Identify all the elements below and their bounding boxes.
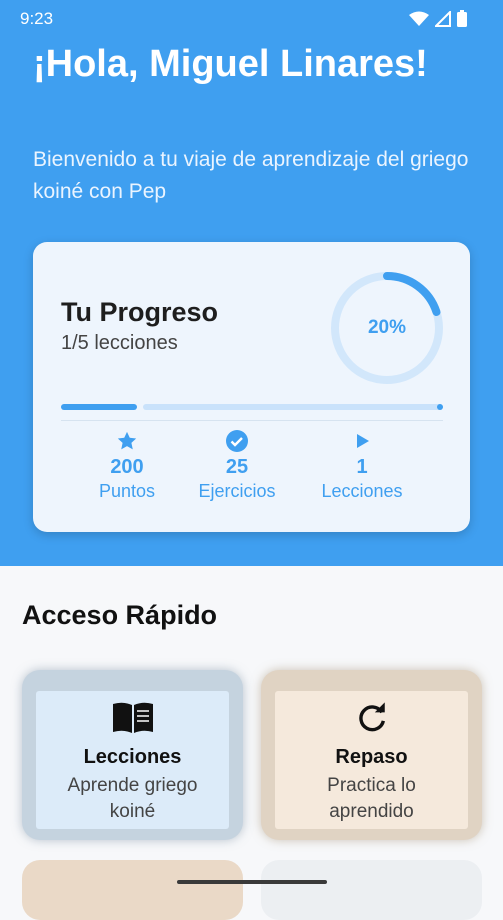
refresh-icon xyxy=(358,702,385,732)
stat-ejercicios: 25 Ejercicios xyxy=(182,428,292,502)
star-icon xyxy=(117,431,137,450)
home-indicator[interactable] xyxy=(177,880,327,884)
quick-access-title: Acceso Rápido xyxy=(22,600,218,630)
tile-title: Lecciones xyxy=(83,746,182,768)
progress-percent: 20% xyxy=(367,317,407,338)
check-circle-icon xyxy=(226,430,248,452)
progress-lessons-count: 1/5 lecciones xyxy=(61,332,178,354)
stat-label: Puntos xyxy=(98,481,156,501)
status-bar: 9:23 xyxy=(0,0,503,38)
progress-title: Tu Progreso xyxy=(61,297,219,327)
welcome-subtitle: Bienvenido a tu viaje de aprendizaje del… xyxy=(33,148,469,203)
wifi-icon xyxy=(409,11,429,26)
header-banner: 9:23 ¡Hola, Miguel Linares! Bienvenido a… xyxy=(0,0,503,566)
stat-value: 25 xyxy=(225,456,249,478)
stat-label: Ejercicios xyxy=(198,481,276,501)
tile-repaso[interactable]: Repaso Practica lo aprendido xyxy=(261,670,482,840)
tile-repaso-body: Repaso Practica lo aprendido xyxy=(275,691,468,829)
tile-lecciones[interactable]: Lecciones Aprende griego koiné xyxy=(22,670,243,840)
progress-bar xyxy=(61,404,443,410)
stat-puntos: 200 Puntos xyxy=(72,428,182,502)
play-icon xyxy=(357,434,369,448)
stat-value: 1 xyxy=(356,456,368,478)
stat-value: 200 xyxy=(110,456,144,478)
tile-description: Practica lo aprendido xyxy=(327,775,416,822)
cell-signal-icon xyxy=(435,10,451,27)
progress-bar-track xyxy=(143,404,443,410)
stat-label: Lecciones xyxy=(321,481,403,501)
status-time: 9:23 xyxy=(20,9,54,28)
tile-description: Aprende griego koiné xyxy=(67,775,198,822)
book-icon xyxy=(112,702,153,733)
stat-lecciones: 1 Lecciones xyxy=(307,428,417,502)
card-divider xyxy=(61,420,443,421)
progress-card[interactable]: Tu Progreso 1/5 lecciones 20% 200 Puntos… xyxy=(33,242,470,532)
progress-bar-fill xyxy=(61,404,138,410)
battery-icon xyxy=(457,10,467,27)
tile-lecciones-body: Lecciones Aprende griego koiné xyxy=(36,691,229,829)
progress-bar-end xyxy=(437,404,443,410)
status-icons xyxy=(409,10,467,27)
greeting-title: ¡Hola, Miguel Linares! xyxy=(33,43,428,85)
tile-title: Repaso xyxy=(335,746,408,768)
tile-partial-right[interactable] xyxy=(261,860,482,920)
tile-partial-left[interactable] xyxy=(22,860,243,920)
